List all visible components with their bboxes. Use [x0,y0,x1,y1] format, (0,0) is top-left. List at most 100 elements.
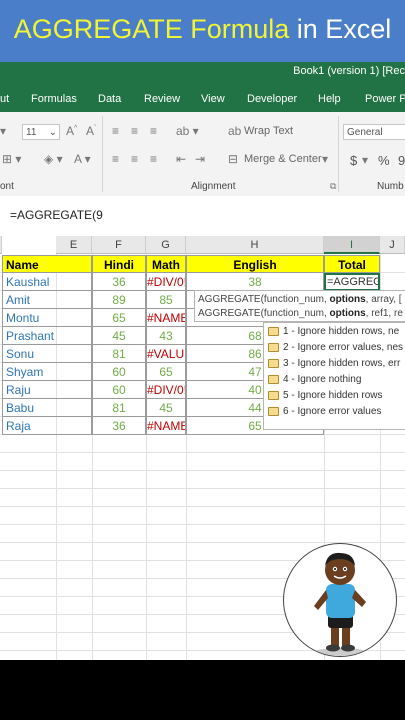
decrease-font-size-icon[interactable]: Aˇ [86,124,96,138]
currency-button[interactable]: $ [350,153,357,168]
font-size-select[interactable]: 11 ⌄ [22,124,60,140]
tab-view[interactable]: View [201,93,225,105]
video-banner: AGGREGATE Formula in Excel [0,0,405,62]
align-left-icon[interactable]: ≡ [112,152,119,166]
formula-input[interactable]: =AGGREGATE(9 [10,208,103,222]
tab-layout[interactable]: ut [0,93,9,105]
header-cell-hindi[interactable]: Hindi [92,255,146,273]
bottom-align-icon[interactable]: ≡ [150,124,157,138]
increase-indent-icon[interactable]: ⇥ [195,152,205,166]
number-group-label: Numb [377,181,404,192]
formula-bar[interactable]: =AGGREGATE(9 [0,196,405,237]
align-right-icon[interactable]: ≡ [150,152,157,166]
grid-line-horizontal [0,470,405,471]
data-cell[interactable]: 81 [92,345,146,363]
data-cell[interactable]: #VALUE! [146,345,186,363]
font-size-value: 11 [26,127,37,138]
middle-align-icon[interactable]: ≡ [131,124,138,138]
data-cell[interactable]: 45 [146,399,186,417]
tooltip-line-2-post: , ref1, re [365,308,403,319]
data-cell[interactable]: #DIV/0! [146,381,186,399]
header-cell-name[interactable]: Name [2,255,92,273]
tooltip-line-2-pre: AGGREGATE(function_num, [198,308,330,319]
column-header-i[interactable]: I [324,236,380,254]
option-5-label: 5 - Ignore hidden rows [283,390,383,401]
increase-font-size-icon[interactable]: A^ [66,124,77,138]
chevron-down-icon[interactable]: ▾ [362,153,368,167]
data-cell[interactable]: #NAME? [146,309,186,327]
data-cell[interactable]: 65 [146,363,186,381]
header-cell-math[interactable]: Math [146,255,186,273]
data-cell[interactable]: #NAME? [146,417,186,435]
borders-icon[interactable]: ⊞ ▾ [2,152,21,166]
data-cell[interactable]: 45 [92,327,146,345]
dialog-launcher-icon[interactable]: ⧉ [330,181,336,192]
percent-button[interactable]: % [378,153,390,168]
name-cell[interactable]: Montu [2,309,92,327]
option-1[interactable]: 1 - Ignore hidden rows, ne [268,326,399,337]
name-cell[interactable]: Raju [2,381,92,399]
data-cell[interactable]: #DIV/0! [146,273,186,291]
chevron-down-icon[interactable]: ▾ [322,152,328,166]
column-header-g[interactable]: G [146,236,186,254]
wrap-text-button[interactable]: Wrap Text [244,125,293,137]
name-cell[interactable]: Shyam [2,363,92,381]
data-cell[interactable]: 43 [146,327,186,345]
name-cell[interactable]: Kaushal [2,273,92,291]
fill-color-icon[interactable]: ◈ ▾ [44,152,63,166]
data-cell[interactable]: 89 [92,291,146,309]
column-header-j[interactable]: J [380,236,405,254]
number-format-select[interactable]: General [343,124,405,140]
option-3[interactable]: 3 - Ignore hidden rows, err [268,358,400,369]
active-cell[interactable]: =AGGREGATE(9 [324,273,380,291]
data-cell[interactable]: 85 [146,291,186,309]
ribbon: ▾ 11 ⌄ A^ Aˇ ⊞ ▾ ◈ ▾ A ▾ ont ≡ ≡ ≡ ab ▾ ≡… [0,112,405,197]
banner-title-highlight: AGGREGATE Formula [13,14,290,44]
tab-data[interactable]: Data [98,93,121,105]
merge-center-icon: ⊟ [228,152,239,166]
option-icon [268,406,279,416]
tab-help[interactable]: Help [318,93,341,105]
name-cell[interactable]: Babu [2,399,92,417]
data-cell[interactable]: 81 [92,399,146,417]
option-4[interactable]: 4 - Ignore nothing [268,374,361,385]
top-align-icon[interactable]: ≡ [112,124,119,138]
option-6[interactable]: 6 - Ignore error values [268,406,381,417]
font-name-dropdown-edge[interactable]: ▾ [0,124,6,138]
column-header-h[interactable]: H [186,236,324,254]
tooltip-line-1-post: , array, [ [365,294,402,305]
data-cell[interactable]: 60 [92,381,146,399]
comma-style-button[interactable]: 9 [398,153,405,168]
name-cell[interactable]: Sonu [2,345,92,363]
banner-title: AGGREGATE Formula in Excel [0,14,405,45]
workbook-title: Book1 (version 1) [Rec [293,65,405,77]
orientation-icon[interactable]: ab ▾ [176,124,199,138]
data-cell[interactable]: 60 [92,363,146,381]
align-center-icon[interactable]: ≡ [131,152,138,166]
data-cell[interactable]: 36 [92,417,146,435]
merge-center-button[interactable]: Merge & Center [244,153,322,165]
header-cell-english[interactable]: English [186,255,324,273]
font-color-icon[interactable]: A ▾ [74,152,91,166]
option-2[interactable]: 2 - Ignore error values, nes [268,342,403,353]
spreadsheet-grid[interactable]: E F G H I J Name Hindi Math English Total Kaushal 36… [0,236,405,660]
name-cell[interactable]: Prashant [2,327,92,345]
name-cell[interactable]: Raja [2,417,92,435]
tab-review[interactable]: Review [144,93,180,105]
name-cell[interactable]: Amit [2,291,92,309]
column-header-d[interactable] [0,236,2,254]
tab-power-pivot[interactable]: Power Pi [365,93,405,105]
tab-formulas[interactable]: Formulas [31,93,77,105]
decrease-indent-icon[interactable]: ⇤ [176,152,186,166]
header-cell-total[interactable]: Total [324,255,380,273]
option-5[interactable]: 5 - Ignore hidden rows [268,390,383,401]
data-cell[interactable]: 36 [92,273,146,291]
column-header-f[interactable]: F [92,236,146,254]
data-cell[interactable]: 38 [186,273,324,291]
tab-developer[interactable]: Developer [247,93,297,105]
column-header-e[interactable]: E [56,236,92,254]
option-icon [268,390,279,400]
data-cell[interactable]: 65 [92,309,146,327]
tooltip-line-1: AGGREGATE(function_num, options, array, … [198,294,402,305]
option-icon [268,374,279,384]
